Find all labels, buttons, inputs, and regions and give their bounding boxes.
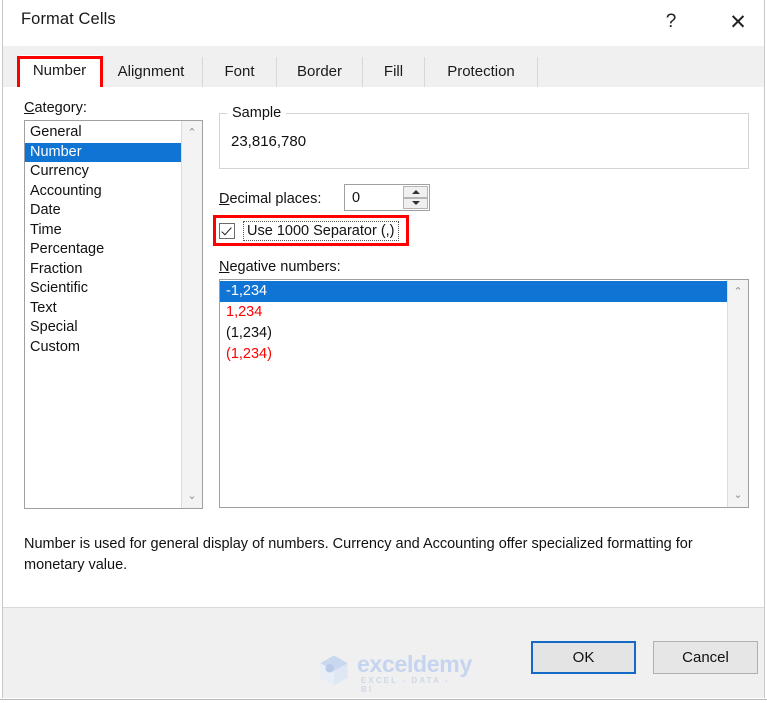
category-item[interactable]: General xyxy=(25,123,181,143)
tab-alignment[interactable]: Alignment xyxy=(100,57,203,87)
decimal-places-stepper[interactable] xyxy=(344,184,430,211)
format-cells-dialog: Format Cells ? ✕ Number Alignment Font Bord… xyxy=(2,0,765,698)
negative-number-option[interactable]: (1,234) xyxy=(220,323,727,344)
negative-numbers-scroll-up-icon[interactable]: ⌃ xyxy=(728,282,748,302)
use-1000-separator-rest: se 1000 Separator (,) xyxy=(257,223,395,239)
negative-numbers-scrollbar[interactable]: ⌃ ⌄ xyxy=(727,280,748,507)
tab-strip: Number Alignment Font Border Fill Protection xyxy=(3,46,764,88)
use-1000-separator-checkbox[interactable] xyxy=(219,223,235,239)
tab-border[interactable]: Border xyxy=(277,57,363,87)
category-label-accel: C xyxy=(24,100,35,116)
negative-numbers-label-accel: N xyxy=(219,259,230,275)
dialog-body: Category: General Number Currency Accountin… xyxy=(3,87,764,607)
tab-fill[interactable]: Fill xyxy=(363,57,425,87)
use-1000-separator-accel: U xyxy=(247,223,258,239)
cancel-button[interactable]: Cancel xyxy=(653,641,758,674)
decimal-places-label: Decimal places: xyxy=(219,191,321,207)
negative-number-option[interactable]: 1,234 xyxy=(220,302,727,323)
negative-numbers-label: Negative numbers: xyxy=(219,259,341,275)
category-item[interactable]: Text xyxy=(25,299,181,319)
use-1000-separator-row[interactable]: Use 1000 Separator (,) xyxy=(219,220,399,242)
bottom-edge xyxy=(0,699,767,703)
category-item[interactable]: Time xyxy=(25,221,181,241)
category-item[interactable]: Fraction xyxy=(25,260,181,280)
tab-number[interactable]: Number xyxy=(20,55,100,87)
category-list: General Number Currency Accounting Date Time P… xyxy=(25,121,181,508)
category-item[interactable]: Special xyxy=(25,318,181,338)
sample-value: 23,816,780 xyxy=(231,133,307,150)
decimal-places-spin-buttons xyxy=(403,186,428,209)
category-item[interactable]: Scientific xyxy=(25,279,181,299)
decimal-places-label-rest: ecimal places: xyxy=(229,191,322,207)
tab-font[interactable]: Font xyxy=(203,57,277,87)
spinner-up-icon[interactable] xyxy=(403,186,428,198)
decimal-places-label-accel: D xyxy=(219,191,230,207)
category-item[interactable]: Percentage xyxy=(25,240,181,260)
category-scrollbar[interactable]: ⌃ ⌄ xyxy=(181,121,202,508)
sample-legend: Sample xyxy=(227,105,287,121)
category-item[interactable]: Currency xyxy=(25,162,181,182)
category-scroll-down-icon[interactable]: ⌄ xyxy=(182,486,202,506)
close-icon[interactable]: ✕ xyxy=(715,0,761,44)
negative-numbers-list: -1,234 1,234 (1,234) (1,234) xyxy=(220,280,727,365)
category-scroll-up-icon[interactable]: ⌃ xyxy=(182,123,202,143)
category-label-rest: ategory: xyxy=(34,100,87,116)
category-description: Number is used for general display of nu… xyxy=(24,536,693,573)
negative-numbers-label-rest: egative numbers: xyxy=(229,259,341,275)
dialog-title: Format Cells xyxy=(21,10,116,28)
category-item[interactable]: Date xyxy=(25,201,181,221)
dialog-footer: OK Cancel xyxy=(3,607,764,698)
category-listbox[interactable]: General Number Currency Accounting Date Time P… xyxy=(24,120,203,509)
category-item[interactable]: Number xyxy=(25,142,181,162)
title-bar: Format Cells ? ✕ xyxy=(3,0,764,46)
negative-number-option[interactable]: (1,234) xyxy=(220,344,727,365)
category-item[interactable]: Custom xyxy=(25,338,181,358)
negative-numbers-scroll-down-icon[interactable]: ⌄ xyxy=(728,485,748,505)
spinner-down-icon[interactable] xyxy=(403,197,428,209)
help-icon[interactable]: ? xyxy=(648,0,694,44)
use-1000-separator-label: Use 1000 Separator (,) xyxy=(243,221,399,241)
negative-number-option[interactable]: -1,234 xyxy=(220,281,727,302)
negative-numbers-listbox[interactable]: -1,234 1,234 (1,234) (1,234) ⌃ ⌄ xyxy=(219,279,749,508)
category-item[interactable]: Accounting xyxy=(25,182,181,202)
tab-protection[interactable]: Protection xyxy=(425,57,538,87)
ok-button[interactable]: OK xyxy=(531,641,636,674)
category-label: Category: xyxy=(24,100,87,116)
decimal-places-input[interactable] xyxy=(345,185,403,210)
